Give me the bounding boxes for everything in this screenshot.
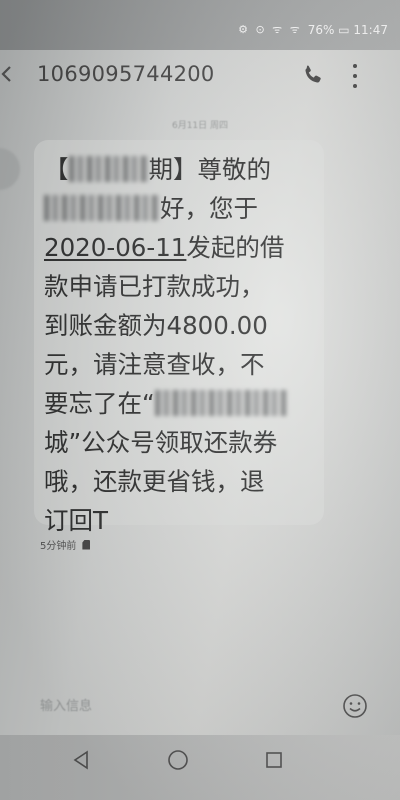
message-line: 订回T [44, 506, 108, 535]
message-text-segment: 要忘了在“ [44, 389, 155, 418]
message-text-segment: 好，您于 [160, 194, 258, 223]
message-line: 好，您于 [44, 189, 324, 228]
phone-screen: ⚙ ⊙ ᯤ ᯤ 76% ▭ 11:47 1069095744200 6月11日 … [0, 0, 400, 800]
navigation-bar [0, 735, 400, 800]
more-dot [353, 84, 357, 88]
nav-back-icon[interactable] [66, 745, 96, 775]
timestamp-text: 5分钟前 [40, 541, 77, 552]
sender-number: 1069095744200 [37, 62, 215, 86]
message-text-segment: 发起的借 [186, 233, 285, 262]
message-line: 哦，还款更省钱，退 [44, 467, 265, 496]
nav-recent-icon[interactable] [259, 745, 289, 775]
message-line: 城”公众号领取还款券 [44, 428, 278, 457]
message-line: 元，请注意查收，不 [44, 350, 265, 379]
nav-home-icon[interactable] [163, 745, 193, 775]
message-line: 款申请已打款成功， [44, 272, 265, 301]
message-composer [0, 680, 400, 732]
date-divider: 6月11日 周四 [171, 121, 229, 131]
message-text-segment: 期】尊敬的 [148, 155, 272, 184]
date-link[interactable]: 2020-06-11 [44, 233, 186, 262]
message-line: 到账金额为4800.00 [44, 311, 268, 340]
message-line: 要忘了在“ [44, 384, 324, 423]
message-text: 【 期】尊敬的 好，您于 2020-06-11发起的借 款申请已打款成功， 到账金… [44, 150, 324, 540]
more-dot [353, 74, 357, 78]
message-timestamp: 5分钟前 [40, 537, 91, 552]
battery-time: 76% ▭ 11:47 [307, 22, 388, 37]
sim-card-icon [82, 539, 91, 550]
more-vertical-icon[interactable] [350, 64, 360, 88]
status-indicators: ⚙ ⊙ ᯤ ᯤ 76% ▭ 11:47 [238, 22, 388, 37]
message-input[interactable] [0, 680, 330, 732]
back-icon[interactable] [0, 64, 14, 84]
status-bar: ⚙ ⊙ ᯤ ᯤ 76% ▭ 11:47 [0, 0, 400, 50]
message-text-segment: 【 [44, 155, 69, 184]
sender-avatar [0, 148, 20, 190]
conversation-header: 1069095744200 [0, 50, 400, 100]
message-line: 2020-06-11发起的借 [44, 228, 324, 267]
phone-icon[interactable] [300, 62, 326, 88]
more-dot [353, 64, 357, 68]
redacted-text [68, 156, 149, 182]
redacted-text [154, 390, 287, 416]
emoji-icon[interactable] [342, 693, 368, 719]
redacted-text [44, 195, 160, 221]
message-line: 【 期】尊敬的 [44, 150, 324, 189]
status-icons: ⚙ ⊙ ᯤ ᯤ [238, 23, 302, 36]
